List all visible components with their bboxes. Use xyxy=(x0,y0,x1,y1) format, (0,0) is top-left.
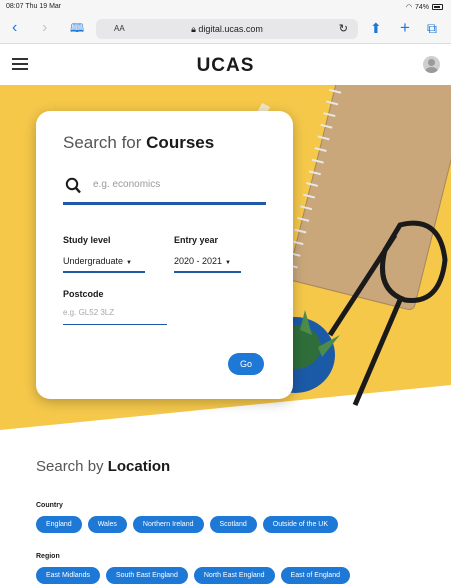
url-text: digital.ucas.com xyxy=(198,24,263,34)
country-chip-scotland[interactable]: Scotland xyxy=(209,516,257,533)
region-chip-north-east-england[interactable]: North East England xyxy=(193,567,275,584)
entry-year-label: Entry year xyxy=(174,235,219,245)
status-right: ◠ 74% xyxy=(406,3,443,11)
country-chips: England Wales Northern Ireland Scotland … xyxy=(36,516,339,533)
search-by-location-title: Search by Location xyxy=(36,458,171,475)
country-label: Country xyxy=(36,502,63,509)
region-chip-south-east-england[interactable]: South East England xyxy=(105,567,188,584)
battery-icon xyxy=(432,4,443,10)
dropdown-caret-icon: ▼ xyxy=(225,260,231,266)
go-button[interactable]: Go xyxy=(228,353,264,375)
address-bar[interactable]: AA 🔒︎ digital.ucas.com ↻ xyxy=(96,19,358,39)
status-bar: 08:07 Thu 19 Mar ◠ 74% xyxy=(0,0,451,14)
region-chips: East Midlands South East England North E… xyxy=(36,567,350,584)
study-level-select[interactable]: Undergraduate ▼ xyxy=(63,256,145,273)
country-chip-northern-ireland[interactable]: Northern Ireland xyxy=(132,516,204,533)
region-chip-east-midlands[interactable]: East Midlands xyxy=(36,567,100,584)
site-header: UCAS xyxy=(0,45,451,85)
new-tab-icon[interactable]: + xyxy=(400,19,410,36)
bookmarks-icon[interactable]: 🕮 xyxy=(70,20,84,36)
back-icon[interactable]: ‹ xyxy=(12,20,17,36)
status-time: 08:07 Thu 19 Mar xyxy=(6,3,62,10)
search-icon xyxy=(65,177,81,194)
course-search-card: Search for Courses Study level Undergrad… xyxy=(36,111,293,399)
region-chip-east-of-england[interactable]: East of England xyxy=(280,567,350,584)
postcode-input[interactable] xyxy=(63,308,167,325)
dropdown-caret-icon: ▼ xyxy=(126,260,132,266)
wifi-icon: ◠ xyxy=(405,4,412,11)
browser-toolbar: ‹ › 🕮 AA 🔒︎ digital.ucas.com ↻ ⬆︎ + ⧉ xyxy=(0,14,451,44)
search-courses-title: Search for Courses xyxy=(63,133,215,152)
ucas-logo[interactable]: UCAS xyxy=(0,55,451,77)
country-chip-wales[interactable]: Wales xyxy=(87,516,127,533)
country-chip-outside-uk[interactable]: Outside of the UK xyxy=(262,516,339,533)
entry-year-select[interactable]: 2020 - 2021 ▼ xyxy=(174,256,241,273)
study-level-label: Study level xyxy=(63,235,111,245)
share-icon[interactable]: ⬆︎ xyxy=(370,20,382,36)
tabs-icon[interactable]: ⧉ xyxy=(427,20,437,36)
battery-percent: 74% xyxy=(414,3,429,11)
course-search-input[interactable] xyxy=(93,179,263,190)
address-url: 🔒︎ digital.ucas.com xyxy=(96,24,358,35)
course-search-field[interactable] xyxy=(63,175,266,205)
forward-icon[interactable]: › xyxy=(42,20,47,36)
postcode-label: Postcode xyxy=(63,289,104,299)
account-avatar-icon[interactable] xyxy=(423,56,440,73)
region-label: Region xyxy=(36,553,60,560)
reload-icon[interactable]: ↻ xyxy=(339,22,348,35)
country-chip-england[interactable]: England xyxy=(36,516,82,533)
